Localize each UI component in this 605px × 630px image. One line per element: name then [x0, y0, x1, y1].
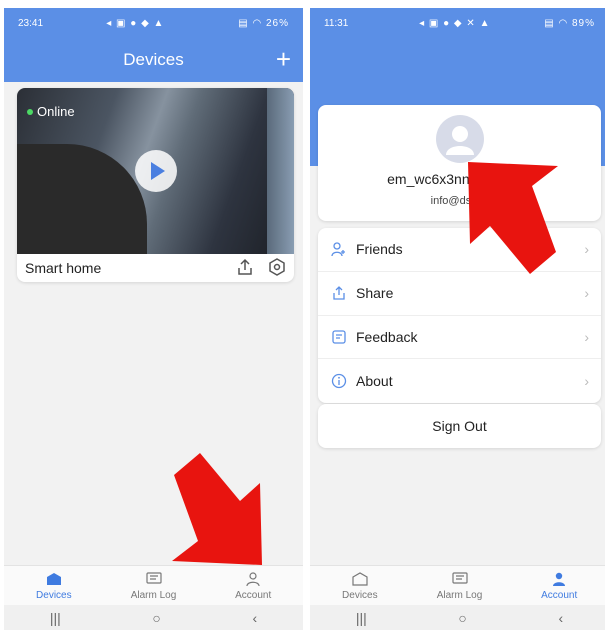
thumbnail-bright-area	[267, 88, 294, 254]
tab-bar: Devices Alarm Log Account	[310, 565, 605, 605]
status-time: 11:31	[324, 17, 349, 29]
back-icon[interactable]: ‹	[558, 610, 563, 626]
device-card-footer: Smart home	[17, 254, 294, 282]
system-nav-bar: ||| ○ ‹	[310, 605, 605, 630]
tab-account[interactable]: Account	[509, 566, 605, 605]
tab-alarm-log[interactable]: Alarm Log	[104, 566, 204, 605]
online-label: Online	[37, 104, 75, 119]
menu-item-label: Feedback	[356, 328, 418, 345]
info-icon	[330, 372, 348, 390]
play-button[interactable]	[135, 150, 177, 192]
online-dot-icon	[27, 108, 33, 115]
sign-out-button[interactable]: Sign Out	[318, 404, 601, 448]
tab-label: Devices	[36, 590, 72, 601]
alarm-log-icon	[451, 570, 469, 588]
devices-screen: 23:41 ◂ ▣ ● ◆ ▲ ▤ ◠ 26% Devices + Online…	[4, 8, 303, 630]
friends-icon	[330, 240, 348, 258]
back-icon[interactable]: ‹	[252, 610, 257, 626]
share-icon	[330, 284, 348, 302]
add-device-button[interactable]: +	[276, 44, 291, 74]
page-title: Devices	[123, 50, 184, 69]
tab-devices[interactable]: Devices	[4, 566, 104, 605]
status-icons: ◂ ▣ ● ◆ ▲ ▤ ◠ 26%	[106, 17, 289, 29]
alarm-log-icon	[145, 570, 163, 588]
menu-item-label: Friends	[356, 241, 403, 258]
person-icon	[550, 570, 568, 588]
tab-alarm-log[interactable]: Alarm Log	[410, 566, 510, 605]
home-button-icon[interactable]: ○	[458, 610, 466, 626]
account-screen: 11:31 ◂ ▣ ● ◆ ✕ ▲ ▤ ◠ 89% em_wc6x3nn3…lk…	[310, 8, 605, 630]
chevron-right-icon: ›	[584, 285, 589, 302]
status-battery: 26%	[265, 17, 289, 29]
online-status: Online	[27, 104, 75, 119]
red-arrow-icon	[468, 162, 558, 274]
menu-item-label: About	[356, 373, 393, 390]
menu-item-label: Share	[356, 285, 394, 302]
status-time: 23:41	[18, 17, 44, 29]
tab-devices[interactable]: Devices	[310, 566, 410, 605]
tab-account[interactable]: Account	[203, 566, 303, 605]
avatar[interactable]	[436, 115, 484, 163]
system-nav-bar: ||| ○ ‹	[4, 605, 303, 630]
tab-label: Alarm Log	[130, 590, 177, 601]
home-icon	[45, 570, 63, 588]
status-battery: 89%	[571, 17, 595, 29]
status-bar: 11:31 ◂ ▣ ● ◆ ✕ ▲ ▤ ◠ 89%	[310, 8, 605, 38]
menu-item-about[interactable]: About ›	[318, 359, 601, 403]
status-icons: ◂ ▣ ● ◆ ✕ ▲ ▤ ◠ 89%	[419, 17, 595, 29]
share-icon[interactable]	[236, 258, 254, 279]
person-icon	[244, 570, 262, 588]
chevron-right-icon: ›	[584, 328, 589, 345]
recent-apps-icon[interactable]: |||	[50, 610, 61, 626]
status-bar: 23:41 ◂ ▣ ● ◆ ▲ ▤ ◠ 26%	[4, 8, 303, 38]
tab-label: Devices	[342, 590, 378, 601]
device-actions	[236, 257, 286, 279]
camera-thumbnail[interactable]: Online	[17, 88, 294, 254]
menu-item-feedback[interactable]: Feedback ›	[318, 316, 601, 360]
menu-item-share[interactable]: Share ›	[318, 272, 601, 316]
home-button-icon[interactable]: ○	[152, 610, 160, 626]
red-arrow-icon	[172, 453, 262, 565]
tab-label: Account	[541, 590, 578, 601]
feedback-icon	[330, 328, 348, 346]
chevron-right-icon: ›	[584, 241, 589, 258]
tab-label: Account	[235, 590, 272, 601]
thumbnail-dark-area	[17, 144, 147, 254]
recent-apps-icon[interactable]: |||	[356, 610, 367, 626]
tab-bar: Devices Alarm Log Account	[4, 565, 303, 605]
tab-label: Alarm Log	[436, 590, 483, 601]
header: Devices +	[4, 38, 303, 82]
device-name: Smart home	[25, 260, 102, 276]
settings-icon[interactable]	[268, 257, 286, 279]
chevron-right-icon: ›	[584, 373, 589, 390]
device-card[interactable]: Online Smart home	[17, 88, 294, 282]
home-icon	[351, 570, 369, 588]
